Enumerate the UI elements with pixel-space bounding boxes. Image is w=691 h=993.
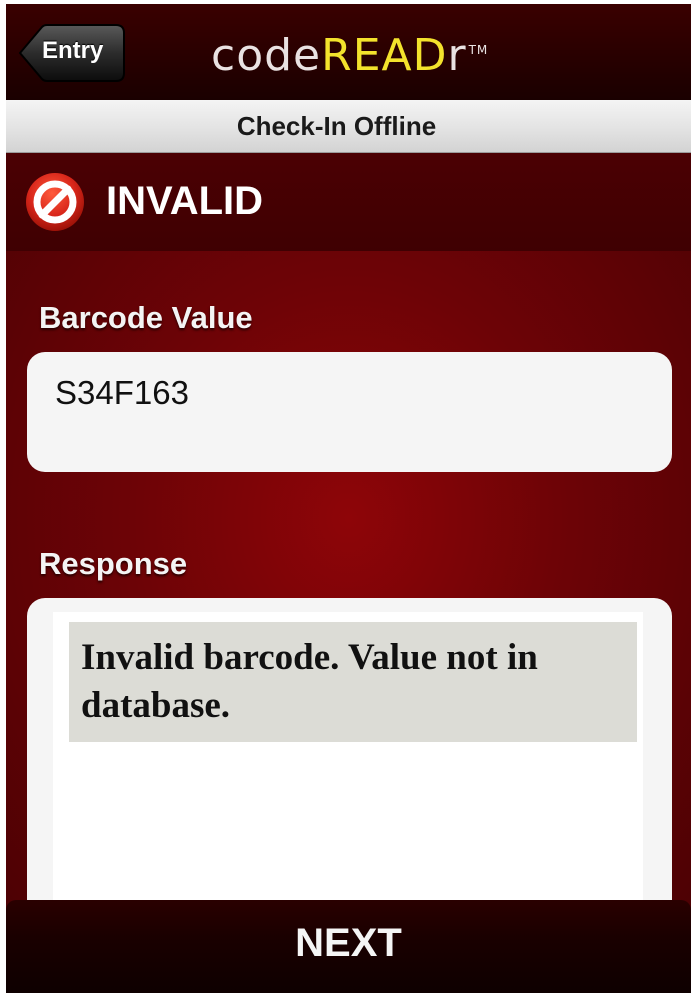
response-message: Invalid barcode. Value not in database. (81, 637, 538, 726)
status-text: INVALID (106, 179, 264, 223)
response-message-box: Invalid barcode. Value not in database. (69, 622, 637, 742)
codereadr-logo: codeREADr TM (211, 32, 488, 80)
response-label: Response (39, 546, 188, 581)
logo-r-text: r (447, 30, 467, 81)
barcode-value-field: S34F163 (27, 352, 672, 472)
barcode-value-text: S34F163 (55, 374, 189, 411)
logo-code-text: code (211, 30, 322, 81)
app-screen: Entry codeREADr TM Check-In Offline INVAL… (6, 4, 691, 993)
entry-back-button[interactable]: Entry (16, 24, 126, 82)
no-entry-icon (26, 173, 84, 231)
service-title: Check-In Offline (236, 111, 437, 141)
logo-trademark: TM (468, 43, 489, 57)
entry-back-label: Entry (42, 37, 104, 64)
next-button-label: NEXT (295, 921, 402, 965)
logo-read-text: READ (321, 30, 448, 81)
navigation-bar: Entry codeREADr TM (6, 4, 691, 100)
next-button[interactable]: NEXT (6, 900, 691, 993)
scan-status-bar: INVALID (6, 153, 691, 251)
barcode-value-label: Barcode Value (39, 300, 253, 335)
service-title-bar: Check-In Offline (6, 100, 691, 153)
